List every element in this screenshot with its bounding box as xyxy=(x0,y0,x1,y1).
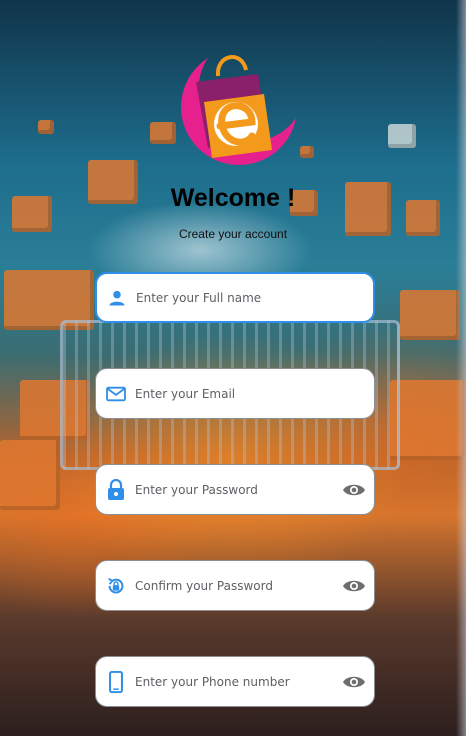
person-icon xyxy=(106,287,128,309)
full-name-input[interactable] xyxy=(136,274,373,321)
app-logo xyxy=(172,46,298,170)
email-input[interactable] xyxy=(135,369,374,418)
lock-icon xyxy=(105,478,127,501)
phone-field[interactable] xyxy=(95,656,375,707)
password-field[interactable] xyxy=(95,464,375,515)
mail-icon xyxy=(105,383,127,405)
full-name-field[interactable] xyxy=(95,272,375,323)
phone-icon xyxy=(105,670,127,693)
password-input[interactable] xyxy=(135,465,341,514)
frame-edge xyxy=(456,0,466,736)
phone-input[interactable] xyxy=(135,657,341,706)
page-title: Welcome ! xyxy=(170,184,296,212)
eye-icon[interactable] xyxy=(341,573,367,599)
confirm-password-input[interactable] xyxy=(135,561,341,610)
lock-reset-icon xyxy=(105,575,127,597)
page-subtitle: Create your account xyxy=(178,227,288,241)
confirm-password-field[interactable] xyxy=(95,560,375,611)
email-field[interactable] xyxy=(95,368,375,419)
eye-icon[interactable] xyxy=(341,477,367,503)
eye-icon[interactable] xyxy=(341,669,367,695)
